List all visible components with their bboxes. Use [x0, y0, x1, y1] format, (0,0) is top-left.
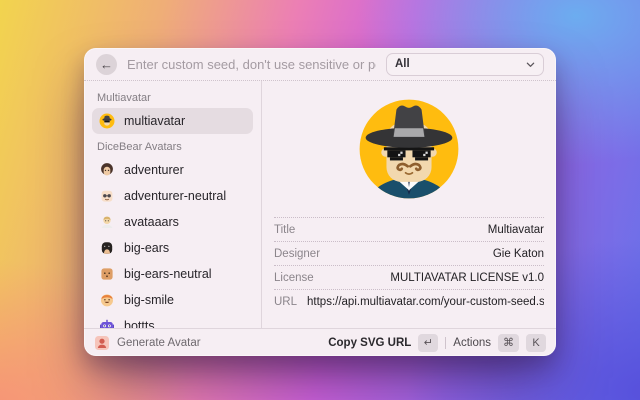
big-smile-icon: [99, 292, 115, 308]
big-ears-neutral-icon: [99, 266, 115, 282]
meta-value: Multiavatar: [488, 224, 544, 236]
metadata-table: Title Multiavatar Designer Gie Katon Lic…: [262, 217, 556, 313]
meta-value: https://api.multiavatar.com/your-custom-…: [307, 296, 544, 308]
sidebar-item-label: bottts: [124, 319, 155, 328]
actions-button[interactable]: Actions: [453, 337, 491, 349]
big-ears-icon: [99, 240, 115, 256]
meta-label: Designer: [274, 248, 320, 260]
back-button[interactable]: ←: [96, 54, 117, 75]
sidebar-item-big-ears-neutral[interactable]: big-ears-neutral: [92, 261, 253, 287]
sidebar-item-label: big-smile: [124, 293, 174, 307]
desktop-background: ← All Multiavatar: [0, 0, 640, 400]
cmd-key-badge: ⌘: [498, 334, 519, 352]
sidebar-item-label: big-ears: [124, 241, 169, 255]
multiavatar-preview: [357, 97, 461, 201]
sidebar-item-label: multiavatar: [124, 114, 185, 128]
sidebar-item-label: big-ears-neutral: [124, 267, 212, 281]
meta-label: Title: [274, 224, 295, 236]
sidebar-item-label: avataaars: [124, 215, 179, 229]
filter-dropdown[interactable]: All: [386, 53, 544, 76]
k-key-badge: K: [526, 334, 546, 352]
avatar-preview: [262, 81, 556, 217]
command-title: Generate Avatar: [117, 337, 201, 349]
meta-row-url: URL https://api.multiavatar.com/your-cus…: [274, 289, 544, 313]
multiavatar-icon: [99, 113, 115, 129]
sidebar-item-adventurer[interactable]: adventurer: [92, 157, 253, 183]
adventurer-icon: [99, 162, 115, 178]
sidebar-item-label: adventurer: [124, 163, 184, 177]
sidebar-item-multiavatar[interactable]: multiavatar: [92, 108, 253, 134]
meta-row-designer: Designer Gie Katon: [274, 241, 544, 265]
section-header-dicebear: DiceBear Avatars: [97, 141, 248, 153]
bottts-icon: [99, 318, 115, 328]
sidebar-item-adventurer-neutral[interactable]: adventurer-neutral: [92, 183, 253, 209]
meta-value: MULTIAVATAR LICENSE v1.0: [390, 272, 544, 284]
detail-pane: Title Multiavatar Designer Gie Katon Lic…: [262, 81, 556, 328]
sidebar-item-bottts[interactable]: bottts: [92, 313, 253, 328]
sidebar-item-big-smile[interactable]: big-smile: [92, 287, 253, 313]
filter-dropdown-value: All: [395, 58, 410, 70]
arrow-left-icon: ←: [100, 58, 113, 71]
avataaars-icon: [99, 214, 115, 230]
raycast-window: ← All Multiavatar: [84, 48, 556, 356]
sidebar-item-label: adventurer-neutral: [124, 189, 226, 203]
footer-divider: [445, 337, 446, 349]
meta-row-title: Title Multiavatar: [274, 217, 544, 241]
chevron-down-icon: [526, 60, 535, 69]
meta-value: Gie Katon: [493, 248, 544, 260]
section-header-multiavatar: Multiavatar: [97, 92, 248, 104]
action-bar: Generate Avatar Copy SVG URL ↵ Actions ⌘…: [84, 328, 556, 356]
sidebar-item-big-ears[interactable]: big-ears: [92, 235, 253, 261]
main-content: Multiavatar multiavatar DiceBear Avatars: [84, 81, 556, 328]
search-bar: ← All: [84, 48, 556, 81]
meta-label: License: [274, 272, 314, 284]
enter-key-badge: ↵: [418, 334, 438, 352]
meta-label: URL: [274, 296, 297, 308]
search-input[interactable]: [127, 57, 376, 72]
adventurer-neutral-icon: [99, 188, 115, 204]
copy-svg-url-button[interactable]: Copy SVG URL: [328, 337, 411, 349]
sidebar-item-avataaars[interactable]: avataaars: [92, 209, 253, 235]
avatar-style-list: Multiavatar multiavatar DiceBear Avatars: [84, 81, 262, 328]
meta-row-license: License MULTIAVATAR LICENSE v1.0: [274, 265, 544, 289]
generate-avatar-icon: [94, 335, 110, 351]
